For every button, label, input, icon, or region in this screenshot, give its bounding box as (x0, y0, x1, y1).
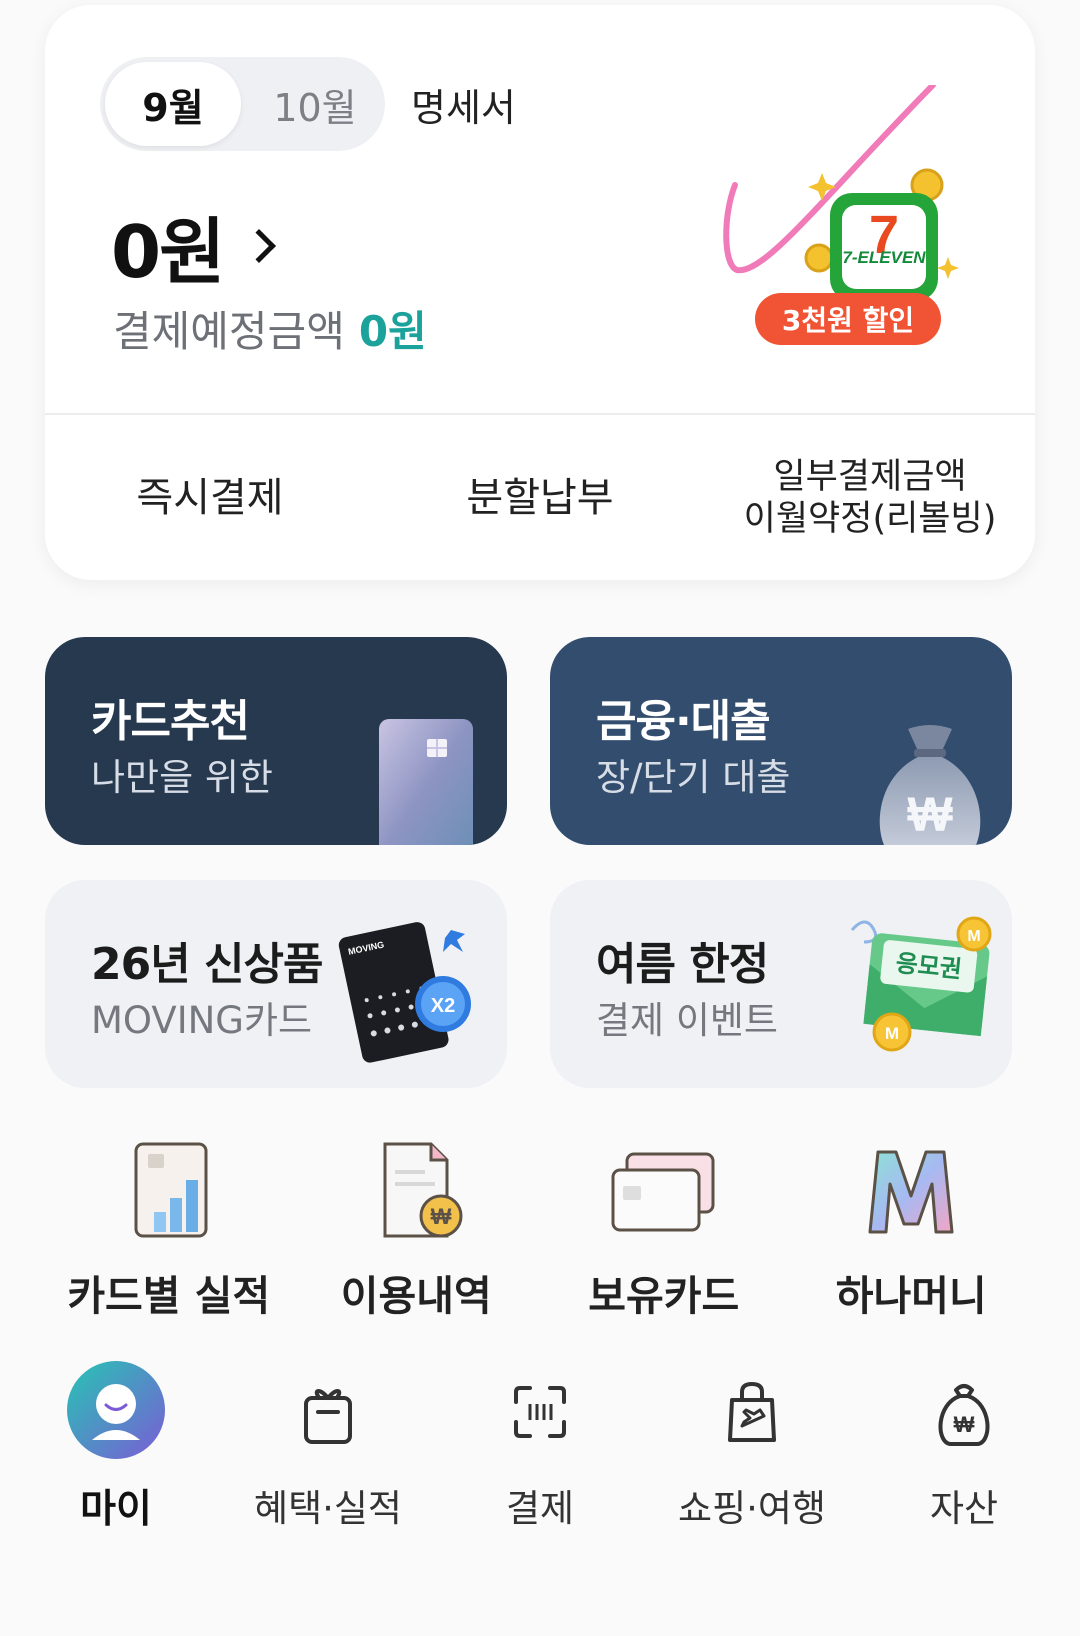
shortcut-label: 하나머니 (835, 1272, 987, 1320)
nav-tab-shopping-travel[interactable]: 쇼핑·여행 (646, 1360, 858, 1636)
tile-subtitle: MOVING카드 (91, 999, 313, 1042)
svg-text:7-ELEVEN: 7-ELEVEN (842, 248, 926, 267)
asset-pouch-icon: ₩ (938, 1384, 990, 1446)
usage-history-icon: ₩ (383, 1142, 463, 1238)
billing-amount-button[interactable]: 0원 (111, 193, 277, 298)
instant-payment-button[interactable]: 즉시결제 (45, 415, 375, 580)
seven-eleven-promo-banner[interactable]: 7 7-ELEVEN 3천원 할인 (705, 82, 995, 355)
nav-label: 결제 (505, 1487, 575, 1530)
card-recommendation-tile[interactable]: 카드추천 나만을 위한 (45, 637, 507, 845)
tile-subtitle: 장/단기 대출 (596, 756, 791, 799)
billing-amount: 0원 (111, 210, 225, 294)
month-tab-september[interactable]: 9월 (105, 62, 241, 146)
tile-title: 26년 신상품 (91, 939, 323, 990)
tile-title: 카드추천 (91, 696, 250, 747)
nav-tab-payment[interactable]: 결제 (434, 1360, 646, 1636)
moving-card-icon: MOVING X2 (338, 922, 471, 1063)
promo-discount-badge: 3천원 할인 (755, 293, 941, 345)
nav-label: 혜택·실적 (254, 1487, 402, 1530)
card-performance-icon (134, 1142, 208, 1238)
credit-card-icon (379, 719, 473, 845)
svg-text:M: M (885, 1024, 899, 1043)
owned-cards-icon (611, 1152, 715, 1232)
barcode-scan-icon (514, 1386, 566, 1438)
shortcut-hana-money[interactable]: 하나머니 (788, 1140, 1036, 1330)
coupon-envelope-icon: 응모권 M M (850, 916, 992, 1052)
gift-icon (304, 1389, 352, 1444)
shortcut-label: 이용내역 (340, 1272, 492, 1320)
revolving-label-line1: 일부결제금액 (773, 456, 967, 497)
tile-subtitle: 결제 이벤트 (596, 999, 778, 1042)
tile-title: 여름 한정 (596, 939, 769, 990)
payment-actions: 즉시결제 분할납부 일부결제금액 이월약정(리볼빙) (45, 415, 1035, 580)
month-tab-october[interactable]: 10월 (250, 62, 380, 146)
tile-subtitle: 나만을 위한 (91, 756, 273, 799)
nav-label: 마이 (80, 1487, 152, 1532)
month-toggle: 9월 10월 (100, 57, 385, 151)
finance-loan-tile[interactable]: 금융·대출 장/단기 대출 ₩ (550, 637, 1012, 845)
svg-text:₩: ₩ (954, 1412, 975, 1437)
scheduled-payment: 결제예정금액 0원 (113, 298, 427, 359)
shortcut-label: 카드별 실적 (67, 1272, 271, 1320)
installment-payment-button[interactable]: 분할납부 (375, 415, 705, 580)
svg-text:₩: ₩ (431, 1204, 452, 1229)
revolving-payment-button[interactable]: 일부결제금액 이월약정(리볼빙) (705, 415, 1035, 580)
bottom-navigation: 마이 혜택·실적 결제 쇼핑·여행 ₩ 자산 (0, 1360, 1080, 1636)
revolving-label-line2: 이월약정(리볼빙) (743, 498, 997, 539)
nav-tab-my[interactable]: 마이 (10, 1360, 222, 1636)
shortcut-owned-cards[interactable]: 보유카드 (540, 1140, 788, 1330)
tile-title: 금융·대출 (596, 696, 771, 747)
shortcut-card-performance[interactable]: 카드별 실적 (45, 1140, 293, 1330)
nav-tab-assets[interactable]: ₩ 자산 (858, 1360, 1070, 1636)
statement-link[interactable]: 명세서 (411, 77, 516, 132)
nav-label: 쇼핑·여행 (678, 1487, 826, 1530)
svg-text:M: M (967, 928, 980, 945)
scheduled-payment-amount: 0원 (358, 307, 427, 356)
summer-event-tile[interactable]: 여름 한정 결제 이벤트 응모권 M M (550, 880, 1012, 1088)
hana-money-icon (868, 1150, 954, 1234)
chevron-right-icon (242, 228, 277, 263)
nav-tab-benefits[interactable]: 혜택·실적 (222, 1360, 434, 1636)
shopping-bag-icon (728, 1381, 776, 1442)
seven-eleven-logo-icon: 7 7-ELEVEN (723, 82, 959, 301)
scheduled-payment-label: 결제예정금액 (113, 307, 345, 356)
shortcut-menu: 카드별 실적 ₩ 이용내역 보유카드 하나머니 (45, 1140, 1035, 1330)
shortcut-usage-history[interactable]: ₩ 이용내역 (293, 1140, 541, 1330)
shortcut-label: 보유카드 (588, 1272, 740, 1320)
money-bag-icon: ₩ (879, 725, 981, 845)
svg-text:X2: X2 (431, 995, 455, 1017)
nav-label: 자산 (929, 1487, 999, 1530)
svg-text:₩: ₩ (907, 789, 953, 842)
profile-icon (67, 1361, 165, 1459)
moving-card-tile[interactable]: 26년 신상품 MOVING카드 MOVING X2 (45, 880, 507, 1088)
billing-summary-card: 9월 10월 명세서 0원 결제예정금액 0원 7 7-ELEVEN 3천원 할… (45, 5, 1035, 580)
